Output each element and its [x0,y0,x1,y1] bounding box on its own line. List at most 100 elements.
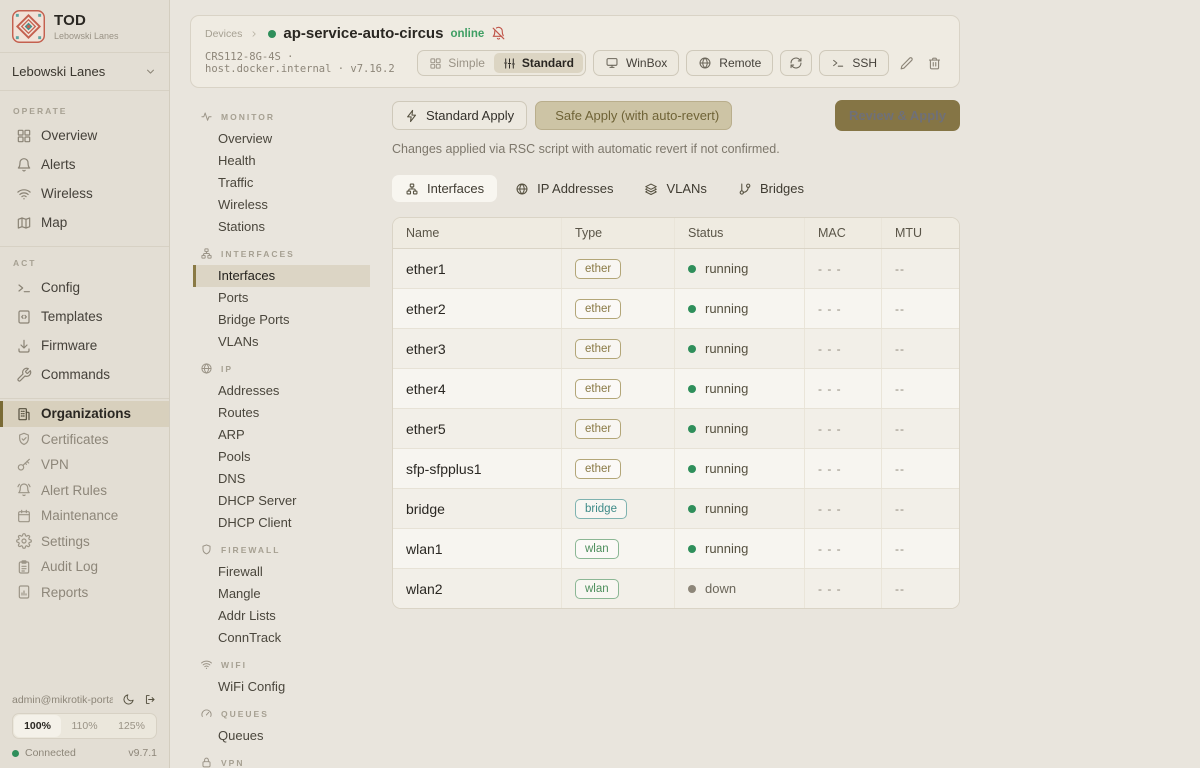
sidebar-item-map[interactable]: Map [0,208,169,237]
secondary-section-vpn: VPN [193,747,392,768]
secondary-item-addresses[interactable]: Addresses [193,380,370,402]
sidebar-footer: admin@mikrotik-portal.dev 100%110%125% C… [0,687,169,768]
ui-zoom-toggle: 100%110%125% [12,713,157,739]
trash-icon[interactable] [924,52,945,75]
pencil-icon[interactable] [896,52,917,75]
device-meta: CRS112-8G-4S · host.docker.internal · v7… [205,51,417,75]
secondary-item-conntrack[interactable]: ConnTrack [193,627,370,649]
sidebar-item-audit-log[interactable]: Audit Log [0,554,169,580]
table-row[interactable]: bridgebridgerunning- - --- [393,489,959,529]
sidebar-item-vpn[interactable]: VPN [0,452,169,478]
tab-bridges[interactable]: Bridges [725,175,817,202]
secondary-section-interfaces: INTERFACES [193,238,392,265]
bell-off-icon[interactable] [491,26,506,41]
sidebar-item-alert-rules[interactable]: Alert Rules [0,478,169,504]
sidebar-item-organizations[interactable]: Organizations [0,401,169,427]
ui-zoom-option-110[interactable]: 110% [61,715,108,737]
secondary-item-wifi-config[interactable]: WiFi Config [193,676,370,698]
tab-bar: InterfacesIP AddressesVLANsBridges [392,175,960,202]
view-mode-toggle: Simple Standard [417,50,586,76]
apply-note: Changes applied via RSC script with auto… [392,142,960,156]
secondary-item-arp[interactable]: ARP [193,424,370,446]
view-mode-label: Standard [522,56,574,70]
safe-apply-button[interactable]: Safe Apply (with auto-revert) [535,101,732,130]
logout-icon[interactable] [144,693,157,706]
secondary-item-firewall[interactable]: Firewall [193,561,370,583]
secondary-item-addr-lists[interactable]: Addr Lists [193,605,370,627]
moon-icon[interactable] [122,693,135,706]
sidebar-item-firmware[interactable]: Firmware [0,331,169,360]
table-row[interactable]: sfp-sfpplus1etherrunning- - --- [393,449,959,489]
sidebar-item-certificates[interactable]: Certificates [0,427,169,453]
table-row[interactable]: ether2etherrunning- - --- [393,289,959,329]
status-indicator: running [688,461,748,476]
secondary-item-overview[interactable]: Overview [193,128,370,150]
winbox-button[interactable]: WinBox [593,50,679,76]
sidebar-item-settings[interactable]: Settings [0,529,169,555]
secondary-item-stations[interactable]: Stations [193,216,370,238]
clipboard-icon [16,559,32,575]
secondary-section-queues: QUEUES [193,698,392,725]
sidebar-item-config[interactable]: Config [0,273,169,302]
interface-name: bridge [393,489,561,528]
mac-value: - - - [804,529,881,568]
main-panel: Standard Apply Safe Apply (with auto-rev… [392,100,960,768]
secondary-item-ports[interactable]: Ports [193,287,370,309]
grid-icon [429,57,442,70]
secondary-item-traffic[interactable]: Traffic [193,172,370,194]
sidebar-item-label: Config [41,280,80,295]
secondary-item-bridge-ports[interactable]: Bridge Ports [193,309,370,331]
column-header-mac: MAC [804,218,881,248]
mtu-value: -- [881,449,959,488]
secondary-item-vlans[interactable]: VLANs [193,331,370,353]
ssh-button[interactable]: SSH [819,50,889,76]
refresh-button[interactable] [780,50,812,76]
secondary-item-dns[interactable]: DNS [193,468,370,490]
sidebar-item-overview[interactable]: Overview [0,121,169,150]
sidebar-item-alerts[interactable]: Alerts [0,150,169,179]
wifi-icon [16,186,32,202]
standard-apply-button[interactable]: Standard Apply [392,101,527,130]
globe-icon [515,182,529,196]
mtu-value: -- [881,409,959,448]
sidebar-item-templates[interactable]: Templates [0,302,169,331]
table-row[interactable]: ether1etherrunning- - --- [393,249,959,289]
ui-zoom-option-125[interactable]: 125% [108,715,155,737]
secondary-item-interfaces[interactable]: Interfaces [193,265,370,287]
secondary-item-health[interactable]: Health [193,150,370,172]
sidebar-item-wireless[interactable]: Wireless [0,179,169,208]
sidebar-item-reports[interactable]: Reports [0,580,169,606]
table-row[interactable]: ether4etherrunning- - --- [393,369,959,409]
sidebar-item-maintenance[interactable]: Maintenance [0,503,169,529]
breadcrumb-devices-link[interactable]: Devices [205,28,242,40]
status-dot [688,465,696,473]
tab-ip-addresses[interactable]: IP Addresses [502,175,626,202]
review-apply-button[interactable]: Review & Apply [835,100,960,131]
sidebar-item-commands[interactable]: Commands [0,360,169,389]
secondary-item-dhcp-server[interactable]: DHCP Server [193,490,370,512]
mac-value: - - - [804,369,881,408]
secondary-item-queues[interactable]: Queues [193,725,370,747]
status-indicator: down [688,581,736,596]
secondary-item-routes[interactable]: Routes [193,402,370,424]
secondary-item-mangle[interactable]: Mangle [193,583,370,605]
secondary-item-dhcp-client[interactable]: DHCP Client [193,512,370,534]
table-row[interactable]: wlan2wlandown- - --- [393,569,959,608]
tab-interfaces[interactable]: Interfaces [392,175,497,202]
ui-zoom-option-100[interactable]: 100% [14,715,61,737]
view-mode-standard[interactable]: Standard [494,53,583,73]
type-badge: ether [575,299,621,319]
secondary-section-monitor: MONITOR [193,101,392,128]
table-row[interactable]: wlan1wlanrunning- - --- [393,529,959,569]
type-badge: wlan [575,579,619,599]
mac-value: - - - [804,449,881,488]
tab-vlans[interactable]: VLANs [631,175,719,202]
account-row: admin@mikrotik-portal.dev [12,687,157,713]
remote-button[interactable]: Remote [686,50,773,76]
secondary-item-pools[interactable]: Pools [193,446,370,468]
secondary-item-wireless[interactable]: Wireless [193,194,370,216]
table-row[interactable]: ether3etherrunning- - --- [393,329,959,369]
table-row[interactable]: ether5etherrunning- - --- [393,409,959,449]
view-mode-simple[interactable]: Simple [420,53,494,73]
org-selector[interactable]: Lebowski Lanes [0,52,169,91]
